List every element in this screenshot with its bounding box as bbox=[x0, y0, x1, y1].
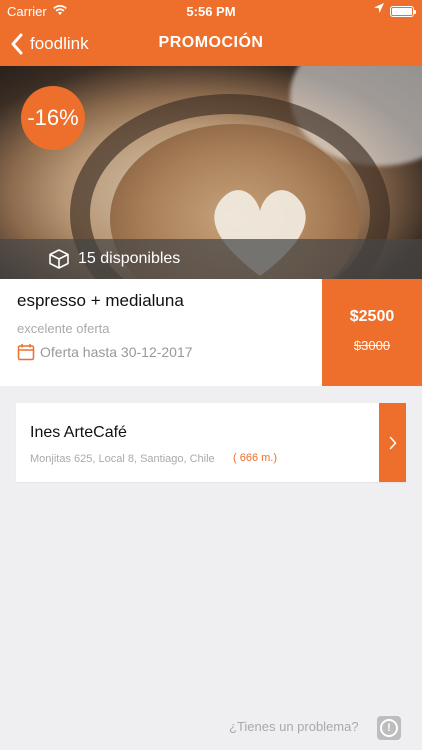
offer-subtitle: excelente oferta bbox=[17, 321, 110, 336]
store-distance: ( 666 m.) bbox=[233, 452, 278, 464]
store-name: Ines ArteCafé bbox=[30, 424, 127, 441]
status-bar: Carrier 5:56 PM bbox=[0, 0, 422, 22]
status-time: 5:56 PM bbox=[186, 4, 236, 19]
info-icon: ! bbox=[380, 719, 398, 737]
offer-name: espresso + medialuna bbox=[17, 291, 184, 310]
available-count: 15 disponibles bbox=[78, 250, 181, 267]
chevron-right-icon bbox=[389, 436, 396, 449]
store-card[interactable]: Ines ArteCafé Monjitas 625, Local 8, San… bbox=[16, 403, 406, 482]
box-icon bbox=[49, 249, 69, 269]
promo-image: -16% 15 disponibles bbox=[0, 66, 422, 279]
offer-validity: Oferta hasta 30-12-2017 bbox=[17, 343, 193, 361]
store-address: Monjitas 625, Local 8, Santiago, Chile bbox=[30, 453, 215, 465]
offer-card: espresso + medialuna excelente oferta Of… bbox=[0, 279, 422, 386]
discount-badge: -16% bbox=[21, 86, 85, 150]
availability-strip: 15 disponibles bbox=[0, 239, 422, 279]
price-original: $3000 bbox=[353, 338, 391, 353]
price-current: $2500 bbox=[349, 308, 395, 325]
info-button[interactable]: ! bbox=[377, 716, 401, 740]
offer-valid-until: Oferta hasta 30-12-2017 bbox=[40, 344, 193, 360]
store-detail-button[interactable] bbox=[379, 403, 406, 482]
page-title: PROMOCIÓN bbox=[158, 34, 264, 51]
calendar-icon bbox=[17, 344, 35, 361]
location-icon bbox=[374, 3, 384, 16]
report-problem-link[interactable]: ¿Tienes un problema? bbox=[229, 719, 359, 734]
header: Carrier 5:56 PM foodlink PROMOCIÓN bbox=[0, 0, 422, 66]
price-box: $2500 $3000 bbox=[322, 279, 422, 386]
nav-bar: foodlink PROMOCIÓN bbox=[0, 22, 422, 66]
battery-icon bbox=[390, 6, 416, 17]
